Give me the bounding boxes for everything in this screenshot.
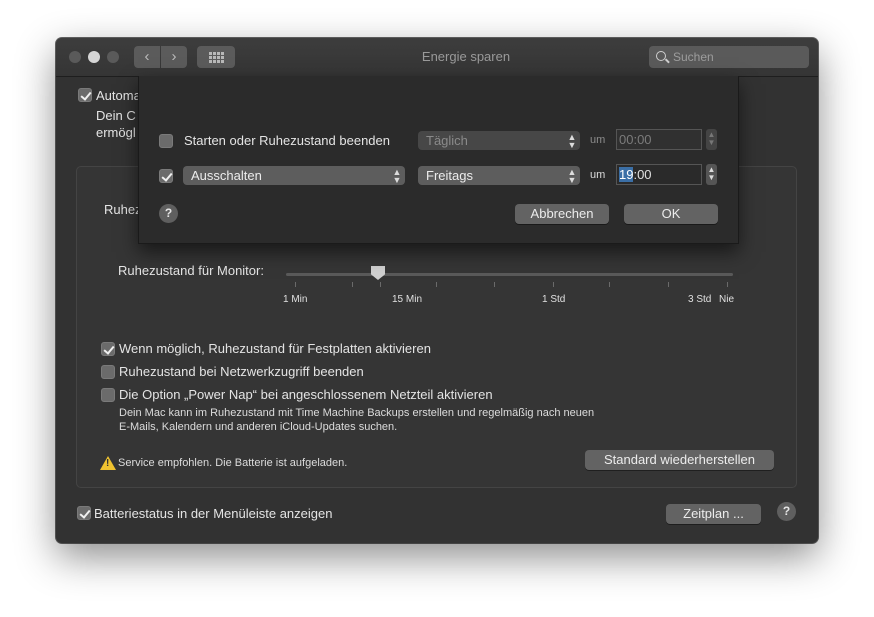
tick-label: Nie bbox=[719, 294, 735, 305]
tick-label: 15 Min bbox=[392, 294, 423, 305]
search-field[interactable]: Suchen bbox=[649, 46, 809, 68]
wake-um-label: um bbox=[590, 134, 606, 146]
restore-defaults-button[interactable]: Standard wiederherstellen bbox=[585, 450, 774, 470]
power-nap-description-1: Dein Mac kann im Ruhezustand mit Time Ma… bbox=[119, 407, 595, 419]
wake-time-field[interactable]: 00:00 bbox=[616, 129, 702, 150]
time-hour-selected: 19 bbox=[619, 167, 634, 182]
wake-schedule-label: Starten oder Ruhezustand beenden bbox=[184, 133, 390, 148]
tick-label: 3 Std bbox=[688, 294, 712, 305]
wake-day-popup[interactable]: Täglich ▲ ▼ bbox=[418, 131, 580, 150]
automatic-checkbox[interactable] bbox=[78, 88, 92, 102]
shutdown-day-value: Freitags bbox=[426, 168, 473, 183]
chevron-updown-icon: ▲ ▼ bbox=[567, 132, 577, 150]
wake-schedule-checkbox[interactable] bbox=[159, 134, 173, 148]
search-icon bbox=[656, 51, 666, 61]
zoom-window-button[interactable] bbox=[107, 51, 119, 63]
automatic-label: Automa bbox=[96, 88, 141, 103]
battery-status-label: Batteriestatus in der Menüleiste anzeige… bbox=[94, 506, 333, 521]
help-button[interactable]: ? bbox=[777, 502, 796, 521]
shutdown-day-popup[interactable]: Freitags ▲ ▼ bbox=[418, 166, 580, 185]
battery-status-checkbox[interactable] bbox=[77, 506, 91, 520]
search-placeholder: Suchen bbox=[673, 50, 714, 64]
shutdown-time-field[interactable]: 19:00 bbox=[616, 164, 702, 185]
minimize-window-button[interactable] bbox=[88, 51, 100, 63]
chevron-updown-icon: ▲ ▼ bbox=[567, 167, 577, 185]
power-nap-label: Die Option „Power Nap“ bei angeschlossen… bbox=[119, 387, 493, 402]
automatic-desc-line2: ermögl bbox=[96, 125, 136, 140]
grid-icon bbox=[208, 51, 224, 63]
shutdown-action-value: Ausschalten bbox=[191, 168, 262, 183]
back-button[interactable]: ‹ bbox=[134, 46, 160, 68]
sleep-label: Ruhez bbox=[104, 202, 142, 217]
close-window-button[interactable] bbox=[69, 51, 81, 63]
monitor-sleep-slider-track[interactable] bbox=[286, 273, 733, 276]
forward-button[interactable]: › bbox=[161, 46, 187, 68]
show-all-grid-button[interactable] bbox=[197, 46, 235, 68]
power-nap-checkbox[interactable] bbox=[101, 388, 115, 402]
chevron-updown-icon: ▲ ▼ bbox=[392, 167, 402, 185]
disk-sleep-checkbox[interactable] bbox=[101, 342, 115, 356]
time-minutes: :00 bbox=[633, 167, 652, 182]
tick-label: 1 Min bbox=[283, 294, 308, 305]
automatic-desc-line1: Dein C bbox=[96, 108, 136, 123]
warning-icon bbox=[100, 456, 116, 470]
title-bar: ‹ › Energie sparen Suchen bbox=[56, 38, 818, 77]
battery-warning-text: Service empfohlen. Die Batterie ist aufg… bbox=[118, 457, 348, 469]
shutdown-schedule-checkbox[interactable] bbox=[159, 169, 173, 183]
power-nap-description-2: E-Mails, Kalendern und anderen iCloud-Up… bbox=[119, 421, 398, 433]
wake-day-value: Täglich bbox=[426, 133, 468, 148]
shutdown-time-stepper[interactable]: ▲ ▼ bbox=[706, 164, 717, 185]
disk-sleep-label: Wenn möglich, Ruhezustand für Festplatte… bbox=[119, 341, 431, 356]
shutdown-action-popup[interactable]: Ausschalten ▲ ▼ bbox=[183, 166, 405, 185]
sheet-help-button[interactable]: ? bbox=[159, 204, 178, 223]
schedule-sheet: Starten oder Ruhezustand beenden Täglich… bbox=[138, 76, 739, 244]
monitor-sleep-label: Ruhezustand für Monitor: bbox=[118, 263, 264, 278]
preferences-window: ‹ › Energie sparen Suchen Automa Dein C … bbox=[56, 38, 818, 543]
shutdown-um-label: um bbox=[590, 169, 606, 181]
cancel-button[interactable]: Abbrechen bbox=[515, 204, 609, 224]
tick-label: 1 Std bbox=[542, 294, 566, 305]
ok-button[interactable]: OK bbox=[624, 204, 718, 224]
schedule-button[interactable]: Zeitplan ... bbox=[666, 504, 761, 524]
network-wake-checkbox[interactable] bbox=[101, 365, 115, 379]
wake-time-stepper[interactable]: ▲ ▼ bbox=[706, 129, 717, 150]
network-wake-label: Ruhezustand bei Netzwerkzugriff beenden bbox=[119, 364, 364, 379]
window-title: Energie sparen bbox=[421, 49, 511, 64]
